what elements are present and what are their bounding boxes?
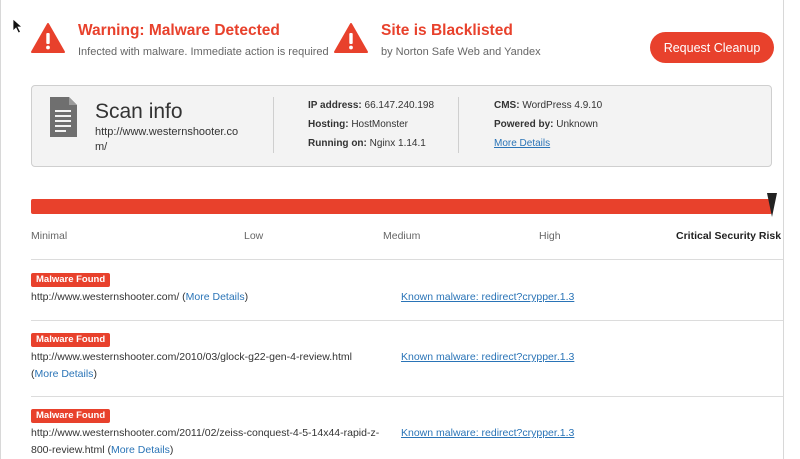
blacklist-warning-title: Site is Blacklisted [381, 22, 513, 39]
malware-warning-subtitle: Infected with malware. Immediate action … [78, 46, 329, 58]
risk-level-bar [31, 199, 772, 214]
cms-row: CMS: WordPress 4.9.10 [494, 99, 602, 118]
malware-warning-title: Warning: Malware Detected [78, 22, 280, 39]
paren-close: ) [93, 368, 97, 380]
finding-more-details-link[interactable]: More Details [186, 291, 245, 303]
ip-address-value: 66.147.240.198 [364, 100, 435, 111]
paren-close: ) [169, 444, 174, 456]
powered-by-value: Unknown [556, 119, 598, 130]
finding-url: http://www.westernshooter.com/2011/02/ze… [31, 425, 381, 459]
scan-more-details-link[interactable]: More Details [494, 138, 550, 149]
row-divider [31, 259, 783, 260]
warning-triangle-icon [334, 23, 368, 53]
blacklist-warning-subtitle: by Norton Safe Web and Yandex [381, 46, 541, 58]
powered-by-row: Powered by: Unknown [494, 118, 602, 137]
known-malware-link[interactable]: Known malware: redirect?crypper.1.3 [401, 427, 574, 439]
ip-address-row: IP address: 66.147.240.198 [308, 99, 434, 118]
divider [458, 97, 459, 153]
scan-info-title: Scan info [95, 100, 183, 123]
powered-by-label: Powered by: [494, 119, 554, 130]
report-page: Warning: Malware Detected Infected with … [0, 0, 800, 459]
paren-close: ) [244, 291, 249, 303]
row-divider [31, 396, 783, 397]
left-border [0, 0, 1, 459]
right-border [783, 0, 784, 459]
hosting-row: Hosting: HostMonster [308, 118, 434, 137]
scan-site-url-line1: http://www.westernshooter.co [95, 126, 239, 138]
document-icon [50, 97, 77, 137]
risk-label-low: Low [244, 230, 264, 242]
risk-label-high: High [539, 230, 561, 242]
malware-found-badge: Malware Found [31, 409, 111, 423]
risk-label-medium: Medium [383, 230, 421, 242]
risk-marker-icon [767, 193, 777, 217]
finding-url-text: http://www.westernshooter.com/2010/03/gl… [31, 351, 352, 363]
known-malware-link[interactable]: Known malware: redirect?crypper.1.3 [401, 351, 574, 363]
hosting-label: Hosting: [308, 119, 349, 130]
divider [273, 97, 274, 153]
scan-site-url-line2: m/ [95, 141, 108, 153]
ip-address-label: IP address: [308, 100, 362, 111]
running-on-label: Running on: [308, 138, 367, 149]
cms-info: CMS: WordPress 4.9.10 Powered by: Unknow… [494, 99, 602, 156]
running-on-row: Running on: Nginx 1.14.1 [308, 137, 434, 156]
cms-value: WordPress 4.9.10 [522, 100, 603, 111]
blacklist-warning: Site is Blacklisted by Norton Safe Web a… [333, 22, 541, 58]
warning-triangle-icon [31, 23, 65, 53]
malware-found-badge: Malware Found [31, 273, 111, 287]
hosting-value: HostMonster [351, 119, 409, 130]
risk-label-critical: Critical Security Risk [676, 230, 782, 242]
finding-url: http://www.westernshooter.com/2010/03/gl… [31, 349, 381, 383]
malware-found-badge: Malware Found [31, 333, 111, 347]
finding-url-text: http://www.westernshooter.com/2011/02/ze… [31, 427, 380, 456]
row-divider [31, 320, 783, 321]
request-cleanup-button[interactable]: Request Cleanup [650, 32, 774, 63]
finding-more-details-link[interactable]: More Details [111, 444, 170, 456]
running-on-value: Nginx 1.14.1 [369, 138, 426, 149]
mouse-cursor-icon [12, 18, 24, 34]
known-malware-link[interactable]: Known malware: redirect?crypper.1.3 [401, 291, 574, 303]
finding-url: http://www.westernshooter.com/ (More Det… [31, 289, 381, 306]
finding-url-text: http://www.westernshooter.com/ [31, 291, 180, 303]
cms-label: CMS: [494, 100, 520, 111]
server-info: IP address: 66.147.240.198 Hosting: Host… [308, 99, 434, 156]
malware-warning: Warning: Malware Detected Infected with … [30, 22, 329, 58]
finding-more-details-link[interactable]: More Details [35, 368, 94, 380]
scan-site-url: http://www.westernshooter.co m/ [95, 125, 270, 155]
risk-label-minimal: Minimal [31, 230, 68, 242]
